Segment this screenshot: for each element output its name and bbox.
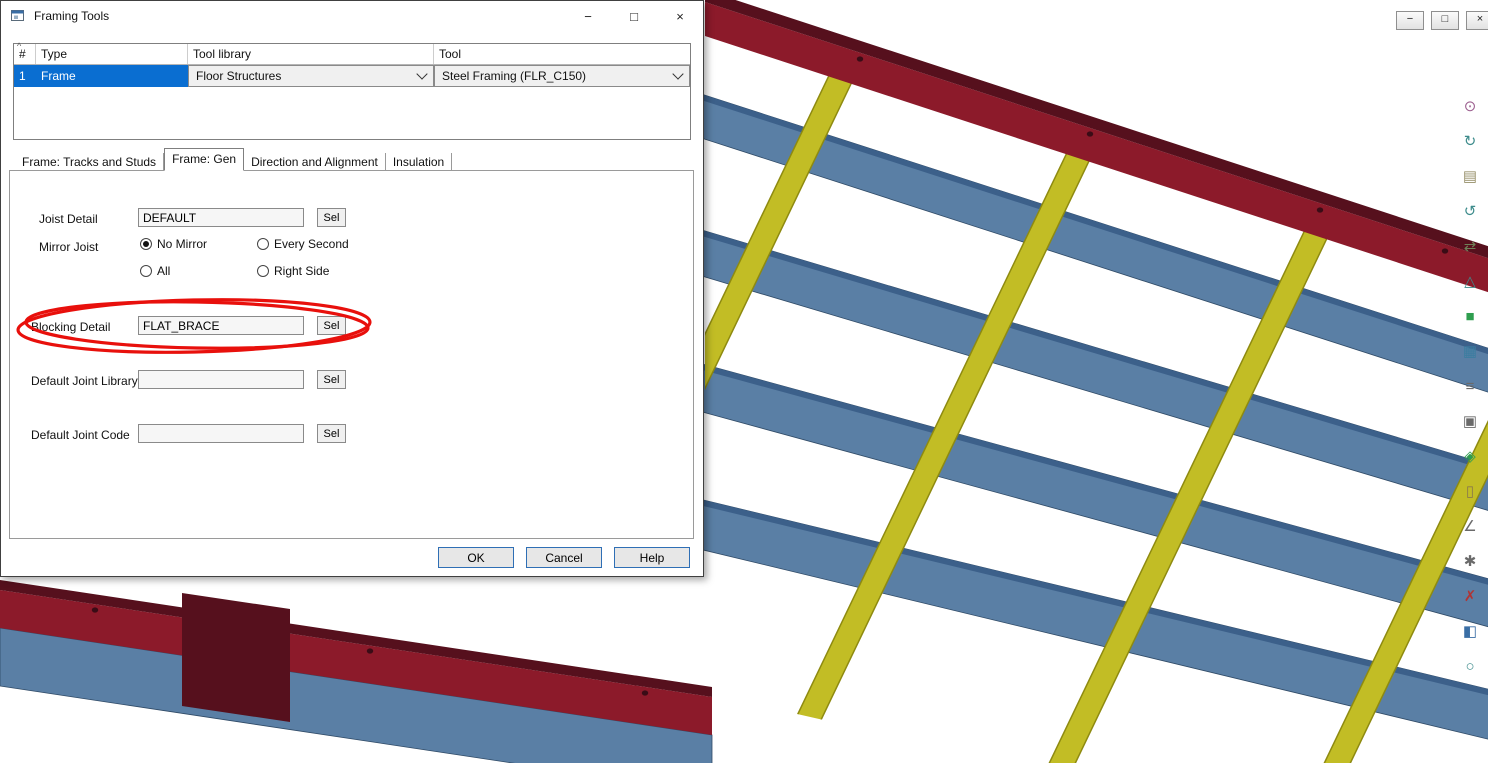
default-joint-library-sel-button[interactable]: Sel [317, 370, 346, 389]
radio-right-side[interactable]: Right Side [257, 264, 329, 278]
grid-cell-tool-library: Floor Structures [188, 65, 434, 87]
default-joint-code-sel-button[interactable]: Sel [317, 424, 346, 443]
radio-icon [140, 265, 152, 277]
tab-panel-frame-gen [9, 170, 694, 539]
dialog-titlebar[interactable]: Framing Tools − □ × [1, 1, 703, 31]
column-header-type[interactable]: Type [36, 44, 188, 64]
grid-cell-num[interactable]: 1 [14, 65, 36, 87]
window-restore-button[interactable]: □ [1431, 11, 1459, 30]
right-toolbar: ⊙ ↻ ▤ ↺ ⇄ △ ■ ▦ ≡ ▣ ◈ ▯ ∠ ✱ ✗ ◧ ○ [1455, 96, 1485, 678]
default-joint-library-input[interactable] [138, 370, 304, 389]
drawing-window-controls: − □ × [1396, 11, 1488, 30]
chevron-down-icon [672, 68, 683, 79]
joist-detail-label: Joist Detail [39, 212, 98, 226]
tab-direction-and-alignment[interactable]: Direction and Alignment [244, 153, 386, 171]
default-joint-code-label: Default Joint Code [31, 428, 130, 442]
refresh-icon[interactable]: ↺ [1459, 201, 1481, 223]
column-header-num[interactable]: ^ # [14, 44, 36, 64]
angle-icon[interactable]: ∠ [1459, 516, 1481, 538]
copy-icon[interactable]: ▣ [1459, 411, 1481, 433]
ok-button[interactable]: OK [438, 547, 514, 568]
radio-icon [257, 265, 269, 277]
joist-detail-input[interactable] [138, 208, 304, 227]
diamond-icon[interactable]: ◈ [1459, 446, 1481, 468]
column-header-tool-library[interactable]: Tool library [188, 44, 434, 64]
help-button[interactable]: Help [614, 547, 690, 568]
blocking-detail-input[interactable] [138, 316, 304, 335]
near-rim-joist [0, 580, 712, 763]
dialog-maximize-button[interactable]: □ [611, 1, 657, 31]
half-square-icon[interactable]: ◧ [1459, 621, 1481, 643]
grid-header: ^ # Type Tool library Tool [14, 44, 690, 65]
cancel-button[interactable]: Cancel [526, 547, 602, 568]
pin-icon[interactable]: ⊙ [1459, 96, 1481, 118]
tab-frame-gen[interactable]: Frame: Gen [164, 148, 244, 171]
asterisk-icon[interactable]: ✱ [1459, 551, 1481, 573]
blocking-detail-label: Blocking Detail [31, 320, 110, 334]
joist-detail-sel-button[interactable]: Sel [317, 208, 346, 227]
dialog-title: Framing Tools [34, 9, 109, 23]
tab-frame-tracks-and-studs[interactable]: Frame: Tracks and Studs [15, 153, 164, 171]
radio-every-second[interactable]: Every Second [257, 237, 349, 251]
radio-selected-icon [140, 238, 152, 250]
layers-icon[interactable]: ≡ [1459, 376, 1481, 398]
default-joint-code-input[interactable] [138, 424, 304, 443]
circle-icon[interactable]: ○ [1459, 656, 1481, 678]
radio-icon [257, 238, 269, 250]
radio-all[interactable]: All [140, 264, 170, 278]
dialog-minimize-button[interactable]: − [565, 1, 611, 31]
framing-tools-icon [10, 8, 26, 24]
grid-cell-type[interactable]: Frame [36, 65, 188, 87]
page-icon[interactable]: ▤ [1459, 166, 1481, 188]
framing-tools-dialog: Framing Tools − □ × ^ # Type Tool librar… [0, 0, 704, 577]
window-minimize-button[interactable]: − [1396, 11, 1424, 30]
green-square-icon[interactable]: ■ [1459, 306, 1481, 328]
table-row[interactable]: 1 Frame Floor Structures Steel Framing (… [14, 65, 690, 87]
blocking-detail-sel-button[interactable]: Sel [317, 316, 346, 335]
rim-end-face [182, 593, 290, 722]
doc-icon[interactable]: ▯ [1459, 481, 1481, 503]
dialog-close-button[interactable]: × [657, 1, 703, 31]
grid-cell-tool: Steel Framing (FLR_C150) [434, 65, 690, 87]
column-header-tool[interactable]: Tool [434, 44, 690, 64]
delete-icon[interactable]: ✗ [1459, 586, 1481, 608]
swap-icon[interactable]: ⇄ [1459, 236, 1481, 258]
radio-no-mirror[interactable]: No Mirror [140, 237, 207, 251]
sort-indicator-icon: ^ [17, 41, 21, 51]
chevron-down-icon [416, 68, 427, 79]
triangle-icon[interactable]: △ [1459, 271, 1481, 293]
rotate-icon[interactable]: ↻ [1459, 131, 1481, 153]
window-close-button[interactable]: × [1466, 11, 1488, 30]
floor-joists [695, 92, 1488, 742]
default-joint-library-label: Default Joint Library [31, 374, 138, 388]
tab-strip: Frame: Tracks and Studs Frame: Gen Direc… [15, 150, 452, 171]
grid-icon[interactable]: ▦ [1459, 341, 1481, 363]
tool-dropdown[interactable]: Steel Framing (FLR_C150) [434, 65, 690, 87]
tool-grid: ^ # Type Tool library Tool 1 Frame Floor… [13, 43, 691, 140]
mirror-joist-label: Mirror Joist [39, 240, 98, 254]
tool-library-dropdown[interactable]: Floor Structures [188, 65, 434, 87]
tab-insulation[interactable]: Insulation [386, 153, 452, 171]
